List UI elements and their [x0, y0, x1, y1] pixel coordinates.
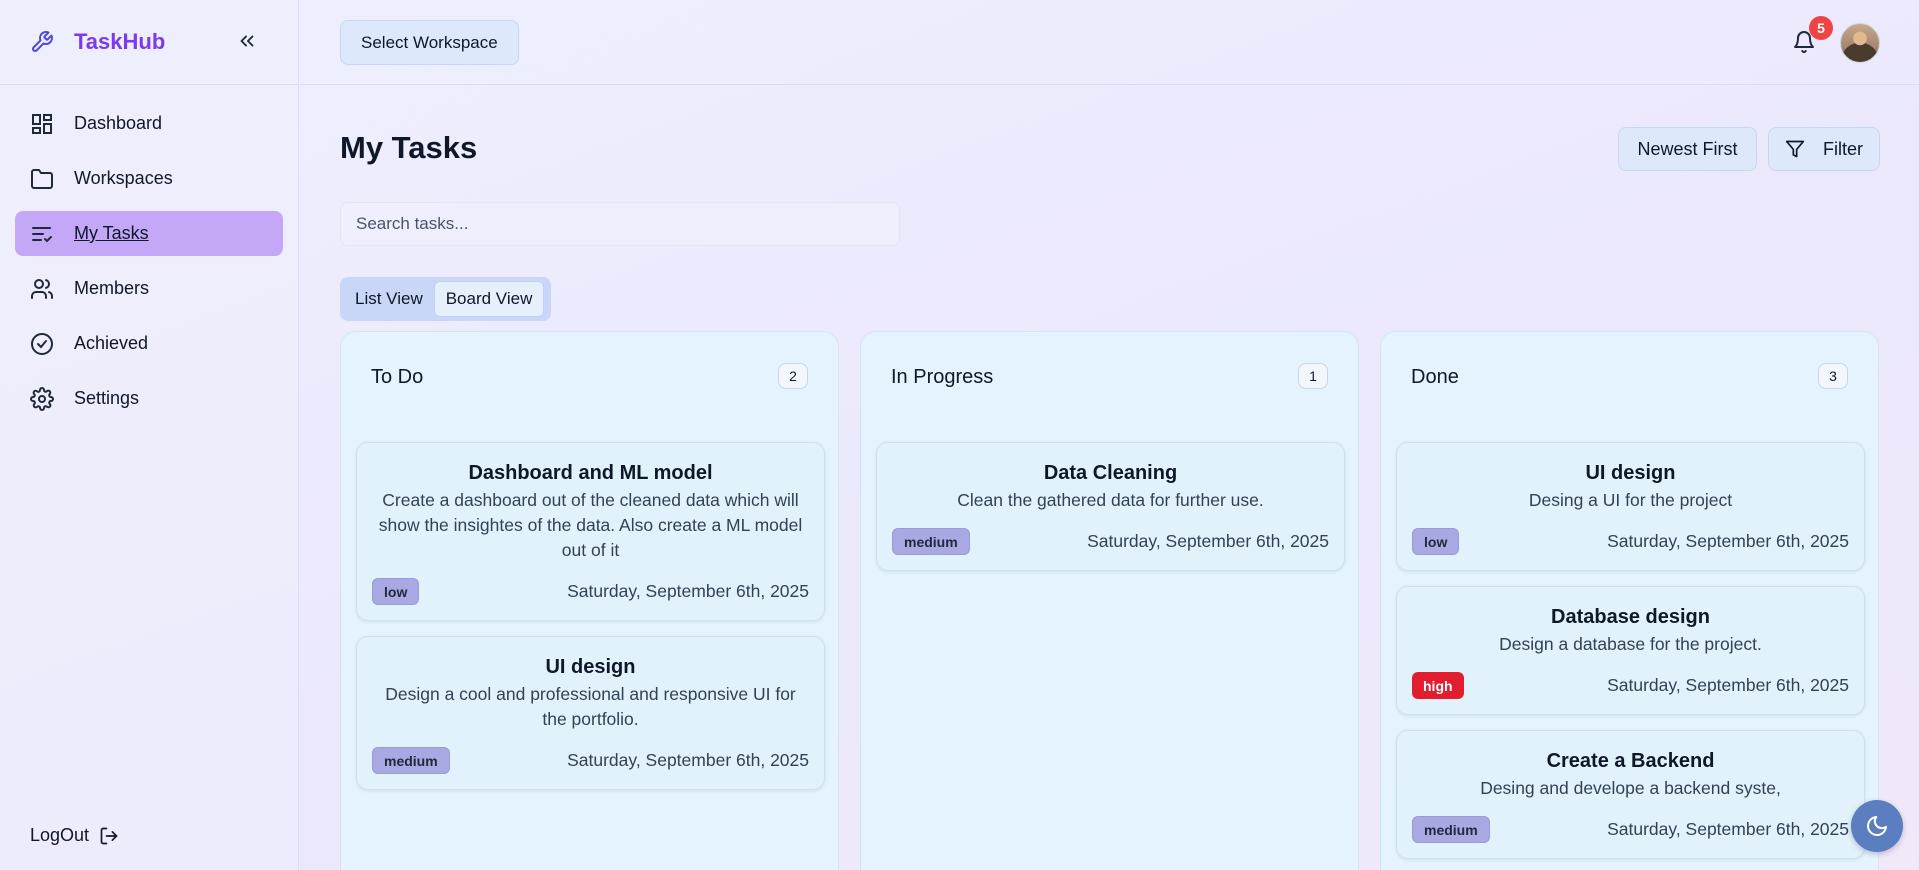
brand-bar: TaskHub — [0, 0, 298, 85]
priority-badge: low — [1412, 528, 1460, 555]
page-title: My Tasks — [340, 130, 478, 165]
chevrons-left-icon[interactable] — [236, 30, 258, 52]
users-icon — [31, 278, 53, 299]
column-count-badge: 1 — [1298, 363, 1328, 389]
list-check-icon — [32, 226, 52, 242]
column-count-badge: 2 — [778, 363, 808, 389]
sidebar-item-achieved[interactable]: Achieved — [15, 321, 283, 366]
sidebar-nav: Dashboard Workspaces My Tasks Members Ac… — [0, 85, 298, 421]
task-title: Dashboard and ML model — [468, 462, 713, 484]
task-footer: medium Saturday, September 6th, 2025 — [372, 747, 809, 774]
task-title: UI design — [545, 656, 636, 678]
filter-icon — [1785, 140, 1805, 158]
task-description: Create a dashboard out of the cleaned da… — [378, 490, 803, 560]
app-name[interactable]: TaskHub — [74, 29, 165, 55]
task-title: Data Cleaning — [1043, 462, 1178, 484]
priority-badge: low — [372, 578, 420, 605]
moon-icon — [1867, 816, 1887, 836]
priority-badge: high — [1412, 672, 1464, 699]
gear-icon — [30, 386, 54, 411]
task-card[interactable]: Create a Backend Desing and develope a b… — [1396, 730, 1865, 859]
sidebar-item-settings[interactable]: Settings — [15, 376, 283, 421]
priority-badge: medium — [1412, 816, 1490, 843]
priority-badge: medium — [372, 747, 450, 774]
sidebar-item-dashboard[interactable]: Dashboard — [15, 101, 283, 146]
task-date: Saturday, September 6th, 2025 — [1087, 531, 1329, 551]
sidebar-item-label: Settings — [74, 388, 140, 408]
task-date: Saturday, September 6th, 2025 — [1607, 819, 1849, 839]
task-title: Database design — [1551, 606, 1710, 628]
task-description: Design a cool and professional and respo… — [385, 684, 796, 729]
task-description: Desing a UI for the project — [1528, 490, 1733, 510]
task-description: Desing and develope a backend syste, — [1480, 778, 1781, 798]
task-description: Design a database for the project. — [1499, 634, 1762, 654]
logout-button[interactable]: LogOut — [30, 825, 119, 846]
task-date: Saturday, September 6th, 2025 — [567, 750, 809, 770]
dashboard-icon — [32, 113, 52, 134]
sidebar-item-members[interactable]: Members — [15, 266, 283, 311]
sort-label: Newest First — [1637, 138, 1738, 159]
filter-button[interactable]: Filter — [1768, 127, 1880, 171]
theme-toggle-button[interactable] — [1851, 800, 1903, 852]
folder-icon — [31, 168, 53, 189]
select-workspace-button[interactable]: Select Workspace — [340, 20, 519, 65]
task-title: UI design — [1585, 462, 1676, 484]
column-count-badge: 3 — [1818, 363, 1848, 389]
task-card[interactable]: UI design Desing a UI for the project lo… — [1396, 442, 1865, 571]
task-title: Create a Backend — [1546, 750, 1715, 772]
top-header: Select Workspace 5 — [300, 0, 1919, 85]
task-footer: high Saturday, September 6th, 2025 — [1412, 672, 1849, 699]
task-date: Saturday, September 6th, 2025 — [1607, 675, 1849, 695]
task-date: Saturday, September 6th, 2025 — [1607, 531, 1849, 551]
list-view-tab[interactable]: List View — [344, 281, 434, 317]
priority-badge: medium — [892, 528, 970, 555]
board-view-tab[interactable]: Board View — [433, 281, 545, 317]
sidebar-item-label: Workspaces — [74, 168, 173, 188]
task-footer: low Saturday, September 6th, 2025 — [1412, 528, 1849, 555]
sidebar-item-my-tasks[interactable]: My Tasks — [15, 211, 283, 256]
search-input[interactable] — [340, 202, 900, 246]
view-toggle: List View Board View — [340, 277, 551, 321]
sort-button[interactable]: Newest First — [1618, 127, 1757, 171]
column-title: To Do — [371, 366, 424, 388]
column-done: Done 3 UI design Desing a UI for the pro… — [1380, 331, 1879, 870]
logout-icon — [100, 827, 118, 844]
column-title: Done — [1411, 366, 1459, 388]
avatar[interactable] — [1840, 23, 1880, 63]
logout-label: LogOut — [30, 825, 90, 845]
column-to-do: To Do 2 Dashboard and ML model Create a … — [340, 331, 839, 870]
column-in-progress: In Progress 1 Data Cleaning Clean the ga… — [860, 331, 1359, 870]
sidebar-item-label: Achieved — [74, 333, 149, 353]
sidebar: TaskHub Dashboard Workspaces My Tasks Me… — [0, 0, 299, 870]
task-card[interactable]: Dashboard and ML model Create a dashboar… — [356, 442, 825, 621]
sidebar-item-label: Dashboard — [74, 113, 163, 133]
check-circle-icon — [31, 332, 53, 355]
task-footer: medium Saturday, September 6th, 2025 — [892, 528, 1329, 555]
task-card[interactable]: Database design Design a database for th… — [1396, 586, 1865, 715]
column-title: In Progress — [891, 366, 994, 388]
notification-badge: 5 — [1809, 16, 1833, 40]
task-footer: medium Saturday, September 6th, 2025 — [1412, 816, 1849, 843]
sidebar-item-label: Members — [74, 278, 150, 298]
task-card[interactable]: Data Cleaning Clean the gathered data fo… — [876, 442, 1345, 571]
task-description: Clean the gathered data for further use. — [957, 490, 1264, 510]
sidebar-item-label: My Tasks — [74, 223, 149, 243]
task-footer: low Saturday, September 6th, 2025 — [372, 578, 809, 605]
wrench-icon — [32, 31, 53, 52]
sidebar-item-workspaces[interactable]: Workspaces — [15, 156, 283, 201]
filter-label: Filter — [1823, 138, 1863, 159]
task-card[interactable]: UI design Design a cool and professional… — [356, 636, 825, 790]
task-date: Saturday, September 6th, 2025 — [567, 581, 809, 601]
